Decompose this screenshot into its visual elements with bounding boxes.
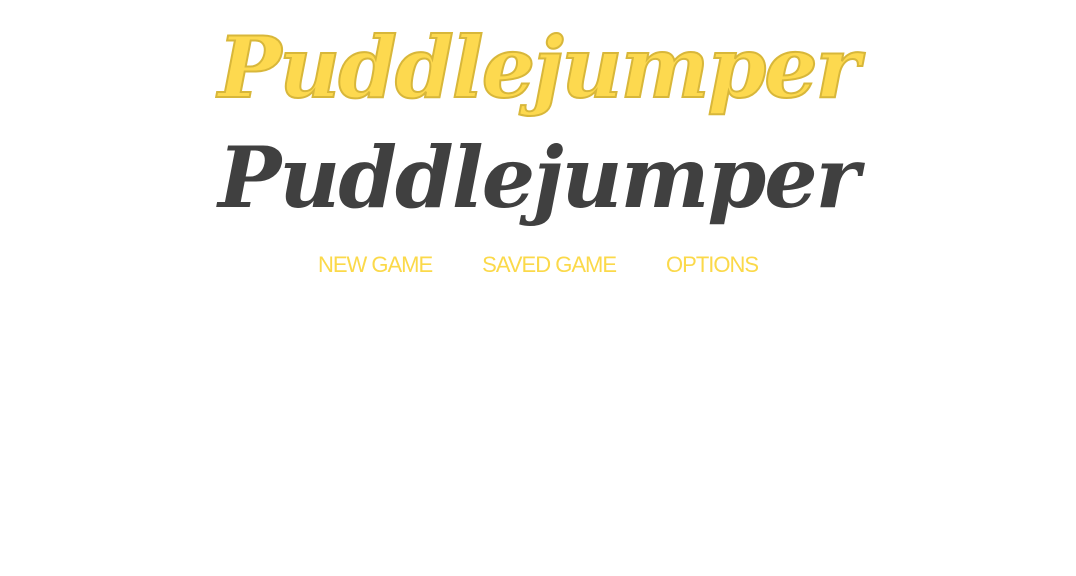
- game-logo-dark: Puddlejumper: [218, 128, 860, 227]
- title-screen: Puddlejumper Puddlejumper NEW GAME SAVED…: [0, 0, 1076, 576]
- saved-game-button[interactable]: SAVED GAME: [482, 250, 617, 280]
- main-menu: NEW GAME SAVED GAME OPTIONS: [0, 250, 1076, 280]
- new-game-button[interactable]: NEW GAME: [318, 250, 433, 280]
- game-logo-yellow: Puddlejumper: [217, 17, 861, 118]
- options-button[interactable]: OPTIONS: [666, 250, 759, 280]
